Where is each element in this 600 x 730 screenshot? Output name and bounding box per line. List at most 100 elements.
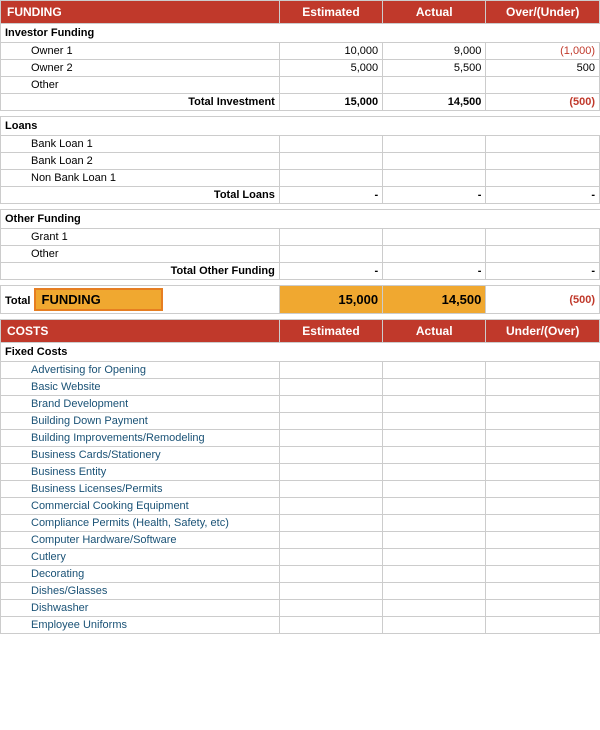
commercial-cooking-actual[interactable] <box>383 498 486 515</box>
total-loans-label: Total Loans <box>1 187 280 204</box>
fixed-costs-title: Fixed Costs <box>1 343 600 362</box>
investor-other-estimated[interactable] <box>279 77 382 94</box>
bank-loan2-actual[interactable] <box>383 153 486 170</box>
table-row: Owner 2 5,000 5,500 500 <box>1 60 600 77</box>
owner2-estimated[interactable]: 5,000 <box>279 60 382 77</box>
commercial-cooking-label: Commercial Cooking Equipment <box>1 498 280 515</box>
other-funding-title: Other Funding <box>1 210 600 229</box>
loans-title: Loans <box>1 117 600 136</box>
advertising-estimated[interactable] <box>279 362 382 379</box>
business-licenses-estimated[interactable] <box>279 481 382 498</box>
table-row: Computer Hardware/Software <box>1 532 600 549</box>
employee-uniforms-under-over <box>486 617 600 634</box>
table-row: Basic Website <box>1 379 600 396</box>
commercial-cooking-under-over <box>486 498 600 515</box>
bank-loan2-label: Bank Loan 2 <box>1 153 280 170</box>
bank-loan1-actual[interactable] <box>383 136 486 153</box>
dishwasher-label: Dishwasher <box>1 600 280 617</box>
employee-uniforms-estimated[interactable] <box>279 617 382 634</box>
other-funding-other-actual[interactable] <box>383 246 486 263</box>
brand-development-under-over <box>486 396 600 413</box>
owner2-actual[interactable]: 5,500 <box>383 60 486 77</box>
building-improvements-actual[interactable] <box>383 430 486 447</box>
business-entity-estimated[interactable] <box>279 464 382 481</box>
building-down-payment-actual[interactable] <box>383 413 486 430</box>
table-row: Other <box>1 77 600 94</box>
building-down-payment-estimated[interactable] <box>279 413 382 430</box>
bank-loan1-estimated[interactable] <box>279 136 382 153</box>
total-investment-row: Total Investment 15,000 14,500 (500) <box>1 94 600 111</box>
advertising-label: Advertising for Opening <box>1 362 280 379</box>
computer-hardware-label: Computer Hardware/Software <box>1 532 280 549</box>
non-bank-loan1-over-under <box>486 170 600 187</box>
compliance-permits-estimated[interactable] <box>279 515 382 532</box>
dishwasher-estimated[interactable] <box>279 600 382 617</box>
other-funding-other-over-under <box>486 246 600 263</box>
owner1-actual[interactable]: 9,000 <box>383 43 486 60</box>
non-bank-loan1-estimated[interactable] <box>279 170 382 187</box>
grand-total-prefix: Total FUNDING <box>1 286 280 314</box>
dishes-glasses-estimated[interactable] <box>279 583 382 600</box>
costs-estimated-header: Estimated <box>279 320 382 343</box>
table-row: Dishes/Glasses <box>1 583 600 600</box>
basic-website-label: Basic Website <box>1 379 280 396</box>
grant1-estimated[interactable] <box>279 229 382 246</box>
total-loans-over-under: - <box>486 187 600 204</box>
owner1-estimated[interactable]: 10,000 <box>279 43 382 60</box>
dishes-glasses-actual[interactable] <box>383 583 486 600</box>
advertising-actual[interactable] <box>383 362 486 379</box>
total-other-funding-row: Total Other Funding - - - <box>1 263 600 280</box>
table-row: Compliance Permits (Health, Safety, etc) <box>1 515 600 532</box>
non-bank-loan1-actual[interactable] <box>383 170 486 187</box>
dishes-glasses-label: Dishes/Glasses <box>1 583 280 600</box>
building-improvements-label: Building Improvements/Remodeling <box>1 430 280 447</box>
cutlery-label: Cutlery <box>1 549 280 566</box>
non-bank-loan1-label: Non Bank Loan 1 <box>1 170 280 187</box>
cutlery-estimated[interactable] <box>279 549 382 566</box>
table-row: Business Cards/Stationery <box>1 447 600 464</box>
funding-actual-header: Actual <box>383 1 486 24</box>
decorating-estimated[interactable] <box>279 566 382 583</box>
brand-development-actual[interactable] <box>383 396 486 413</box>
total-loans-row: Total Loans - - - <box>1 187 600 204</box>
other-funding-other-estimated[interactable] <box>279 246 382 263</box>
investor-other-label: Other <box>1 77 280 94</box>
bank-loan2-estimated[interactable] <box>279 153 382 170</box>
computer-hardware-estimated[interactable] <box>279 532 382 549</box>
building-improvements-estimated[interactable] <box>279 430 382 447</box>
business-cards-actual[interactable] <box>383 447 486 464</box>
commercial-cooking-estimated[interactable] <box>279 498 382 515</box>
basic-website-estimated[interactable] <box>279 379 382 396</box>
business-licenses-actual[interactable] <box>383 481 486 498</box>
bank-loan1-label: Bank Loan 1 <box>1 136 280 153</box>
grant1-actual[interactable] <box>383 229 486 246</box>
table-row: Commercial Cooking Equipment <box>1 498 600 515</box>
costs-actual-header: Actual <box>383 320 486 343</box>
business-entity-actual[interactable] <box>383 464 486 481</box>
dishes-glasses-under-over <box>486 583 600 600</box>
compliance-permits-actual[interactable] <box>383 515 486 532</box>
computer-hardware-actual[interactable] <box>383 532 486 549</box>
dishwasher-actual[interactable] <box>383 600 486 617</box>
business-entity-label: Business Entity <box>1 464 280 481</box>
table-row: Decorating <box>1 566 600 583</box>
funding-section-label: FUNDING <box>1 1 280 24</box>
business-cards-estimated[interactable] <box>279 447 382 464</box>
table-row: Advertising for Opening <box>1 362 600 379</box>
brand-development-estimated[interactable] <box>279 396 382 413</box>
table-row: Building Improvements/Remodeling <box>1 430 600 447</box>
basic-website-actual[interactable] <box>383 379 486 396</box>
employee-uniforms-actual[interactable] <box>383 617 486 634</box>
funding-estimated-header: Estimated <box>279 1 382 24</box>
business-licenses-under-over <box>486 481 600 498</box>
funding-header-row: FUNDING Estimated Actual Over/(Under) <box>1 1 600 24</box>
business-licenses-label: Business Licenses/Permits <box>1 481 280 498</box>
brand-development-label: Brand Development <box>1 396 280 413</box>
decorating-actual[interactable] <box>383 566 486 583</box>
cutlery-actual[interactable] <box>383 549 486 566</box>
total-other-funding-estimated: - <box>279 263 382 280</box>
cutlery-under-over <box>486 549 600 566</box>
grand-total-estimated: 15,000 <box>279 286 382 314</box>
table-row: Other <box>1 246 600 263</box>
investor-other-actual[interactable] <box>383 77 486 94</box>
